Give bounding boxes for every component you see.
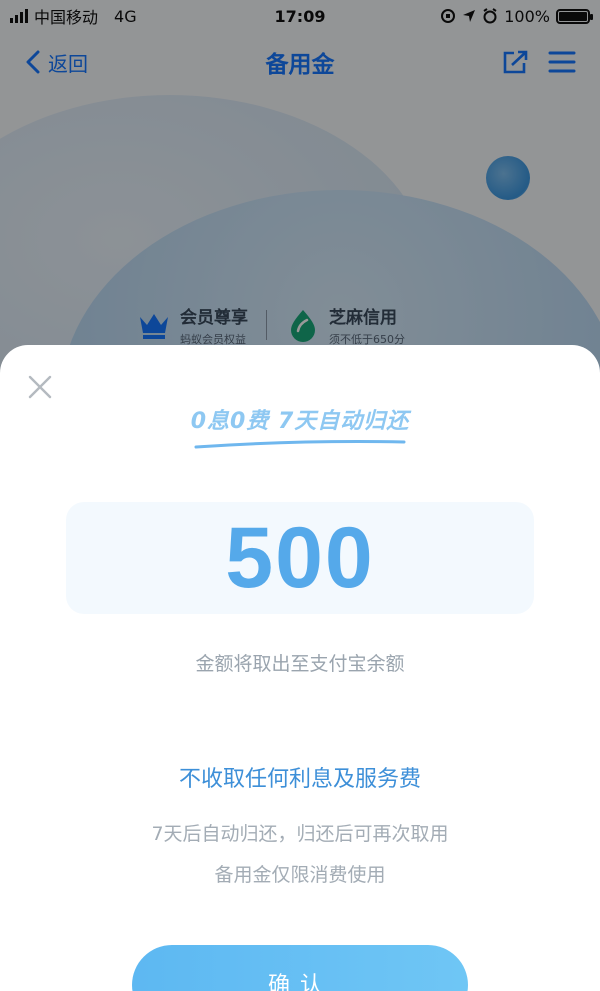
amount-card: 500 (66, 502, 534, 614)
slogan-underline (194, 440, 406, 449)
description-line: 7天后自动归还，归还后可再次取用 (151, 823, 449, 845)
close-icon[interactable] (26, 373, 54, 401)
withdraw-sheet: 0息0费 7天自动归还 500 金额将取出至支付宝余额 不收取任何利息及服务费 … (0, 345, 600, 991)
confirm-label: 确认 (267, 973, 332, 991)
slogan-text: 0息0费 7天自动归还 (190, 409, 410, 434)
fee-headline: 不收取任何利息及服务费 (178, 767, 421, 792)
slogan: 0息0费 7天自动归还 (0, 403, 600, 435)
confirm-button[interactable]: 确认 (132, 945, 468, 991)
amount-note: 金额将取出至支付宝余额 (195, 653, 405, 675)
description-line: 备用金仅限消费使用 (214, 864, 386, 886)
amount-value: 500 (225, 509, 375, 606)
